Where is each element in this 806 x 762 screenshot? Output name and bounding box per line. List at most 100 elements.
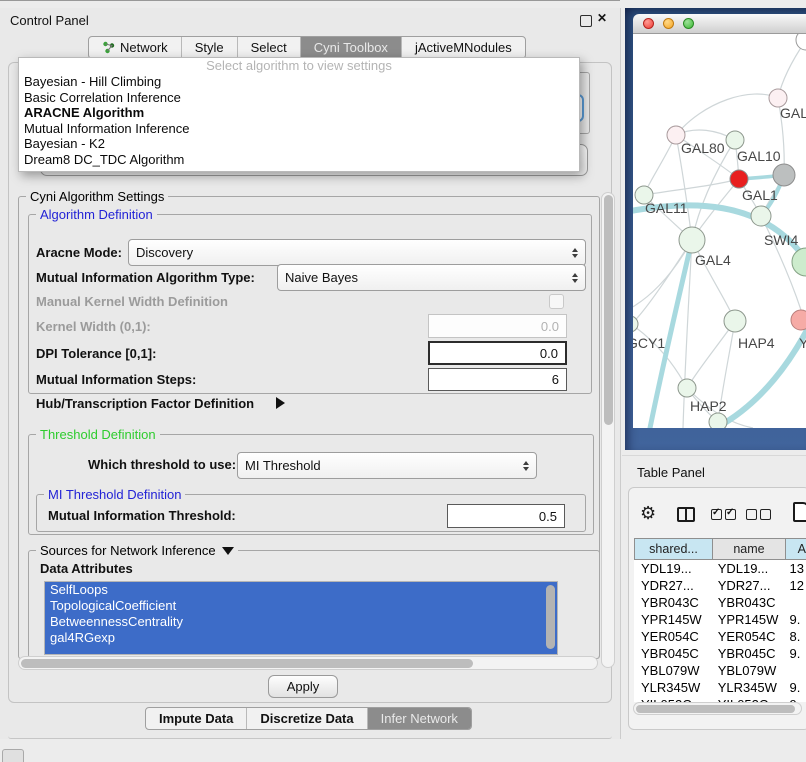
tab-discretize-data[interactable]: Discretize Data [247, 708, 367, 729]
table-cell: 9. [783, 646, 806, 661]
node-label: GCY1 [633, 335, 665, 351]
mi-type-value: Naive Bayes [285, 270, 358, 285]
table-cell: YPR145W [711, 612, 783, 627]
mi-steps-label: Mutual Information Steps: [36, 372, 196, 388]
node[interactable] [796, 34, 806, 50]
new-table-icon[interactable] [793, 502, 806, 522]
threshold-definition-title: Threshold Definition [36, 427, 160, 442]
tab-impute-data[interactable]: Impute Data [146, 708, 247, 729]
sources-title-text: Sources for Network Inference [40, 543, 216, 558]
tab-network[interactable]: Network [89, 37, 182, 58]
algorithm-option[interactable]: Mutual Information Inference [19, 121, 579, 137]
table-row[interactable]: YBL079WYBL079W [634, 662, 806, 679]
table-row[interactable]: YBR043CYBR043C [634, 594, 806, 611]
algorithm-popup-prompt: Select algorithm to view settings [19, 58, 579, 74]
control-panel-tabs: Network Style Select Cyni Toolbox jActiv… [88, 36, 526, 59]
table-row[interactable]: YPR145WYPR145W9. [634, 611, 806, 628]
node-label: HAP4 [738, 335, 775, 351]
corner-mini-button[interactable] [2, 749, 24, 762]
select-all-checkboxes-icon[interactable] [711, 509, 736, 520]
table-cell: 9. [783, 612, 806, 627]
manual-kernel-checkbox[interactable] [549, 294, 564, 309]
table-cell: YDL19... [711, 561, 783, 576]
node-gal1-selected[interactable] [730, 170, 748, 188]
apply-button[interactable]: Apply [268, 675, 338, 698]
aracne-mode-label: Aracne Mode: [36, 245, 122, 261]
tab-cyni-toolbox[interactable]: Cyni Toolbox [301, 37, 402, 58]
close-panel-icon[interactable]: ✕ [597, 11, 607, 25]
scrollbar-thumb[interactable] [636, 705, 795, 713]
spinner-arrows-icon [515, 461, 529, 471]
tab-label: Network [120, 40, 168, 55]
aracne-mode-combo[interactable]: Discovery [128, 239, 586, 266]
tab-jactivemnodules[interactable]: jActiveMNodules [402, 37, 525, 58]
zoom-window-icon[interactable] [683, 18, 694, 29]
which-threshold-combo[interactable]: MI Threshold [237, 452, 537, 479]
mi-steps-value: 6 [552, 372, 559, 387]
node[interactable] [773, 164, 795, 186]
column-header-name[interactable]: name [712, 538, 786, 560]
node-label: SWI4 [764, 232, 798, 248]
dpi-tolerance-field[interactable]: 0.0 [428, 341, 567, 365]
tab-label: Select [251, 40, 287, 55]
table-settings-gear-icon[interactable]: ⚙ [640, 503, 656, 524]
mi-steps-field[interactable]: 6 [428, 368, 567, 391]
table-row[interactable]: YER054CYER054C8. [634, 628, 806, 645]
table-row[interactable]: YDL19...YDL19...13 [634, 560, 806, 577]
column-header-partial[interactable]: A [785, 538, 806, 560]
mi-type-combo[interactable]: Naive Bayes [277, 264, 586, 291]
dpi-tolerance-value: 0.0 [540, 346, 558, 361]
column-header-shared[interactable]: shared... [634, 538, 713, 560]
hub-expander-icon[interactable] [276, 397, 285, 409]
data-attribute-item[interactable]: SelfLoops [45, 582, 557, 598]
algorithm-option[interactable]: ARACNE Algorithm [19, 105, 579, 121]
minimize-window-icon[interactable] [663, 18, 674, 29]
which-threshold-value: MI Threshold [245, 458, 321, 473]
close-window-icon[interactable] [643, 18, 654, 29]
attributes-list-scrollbar[interactable] [546, 585, 555, 649]
tab-label: Infer Network [381, 711, 458, 726]
settings-horizontal-scrollbar[interactable] [18, 656, 598, 670]
node[interactable] [751, 206, 771, 226]
algorithm-option[interactable]: Basic Correlation Inference [19, 90, 579, 106]
tab-infer-network[interactable]: Infer Network [368, 708, 471, 729]
spinner-arrows-icon [564, 248, 578, 258]
settings-vertical-scrollbar[interactable] [601, 192, 615, 668]
algorithm-option[interactable]: Bayesian - Hill Climbing [19, 74, 579, 90]
table-cell: 9. [783, 680, 806, 695]
algorithm-option[interactable]: Bayesian - K2 [19, 136, 579, 152]
float-panel-icon[interactable] [580, 15, 592, 27]
table-row[interactable]: YDR27...YDR27...12 [634, 577, 806, 594]
node[interactable] [792, 248, 806, 276]
table-horizontal-scrollbar[interactable] [633, 702, 802, 715]
data-attributes-list[interactable]: SelfLoopsTopologicalCoefficientBetweenne… [44, 581, 558, 655]
table-row[interactable]: YLR345WYLR345W9. [634, 679, 806, 696]
network-window-titlebar[interactable] [633, 14, 806, 34]
node-gal4[interactable] [679, 227, 705, 253]
tab-style[interactable]: Style [182, 37, 238, 58]
node[interactable] [791, 310, 806, 330]
data-attribute-item[interactable]: BetweennessCentrality [45, 614, 557, 630]
table-body[interactable]: YDL19...YDL19...13YDR27...YDR27...12YBR0… [634, 560, 806, 702]
data-attribute-item[interactable]: gal4RGexp [45, 630, 557, 646]
network-canvas[interactable]: GAL GAL80 GAL10 GAL1 GAL11 SWI4 GAL4 GCY… [633, 34, 806, 428]
cyni-settings-title: Cyni Algorithm Settings [26, 189, 168, 204]
table-row[interactable]: YBR045CYBR045C9. [634, 645, 806, 662]
node[interactable] [726, 131, 744, 149]
data-attribute-item[interactable]: TopologicalCoefficient [45, 598, 557, 614]
algorithm-option[interactable]: Dream8 DC_TDC Algorithm [19, 152, 579, 168]
tab-select[interactable]: Select [238, 37, 301, 58]
mi-threshold-field[interactable]: 0.5 [447, 504, 565, 528]
table-cell: YBR043C [634, 595, 711, 610]
sources-collapse-icon[interactable] [222, 547, 234, 555]
deselect-all-checkboxes-icon[interactable] [746, 509, 771, 520]
kernel-width-label: Kernel Width (0,1): [36, 319, 151, 335]
scrollbar-thumb[interactable] [604, 195, 613, 425]
scrollbar-thumb[interactable] [21, 659, 473, 668]
node-hap2[interactable] [678, 379, 696, 397]
table-cell: YBL079W [634, 663, 711, 678]
columns-icon[interactable] [677, 507, 695, 522]
node[interactable] [709, 413, 727, 428]
node-label: GAL1 [742, 187, 778, 203]
node-hap4[interactable] [724, 310, 746, 332]
